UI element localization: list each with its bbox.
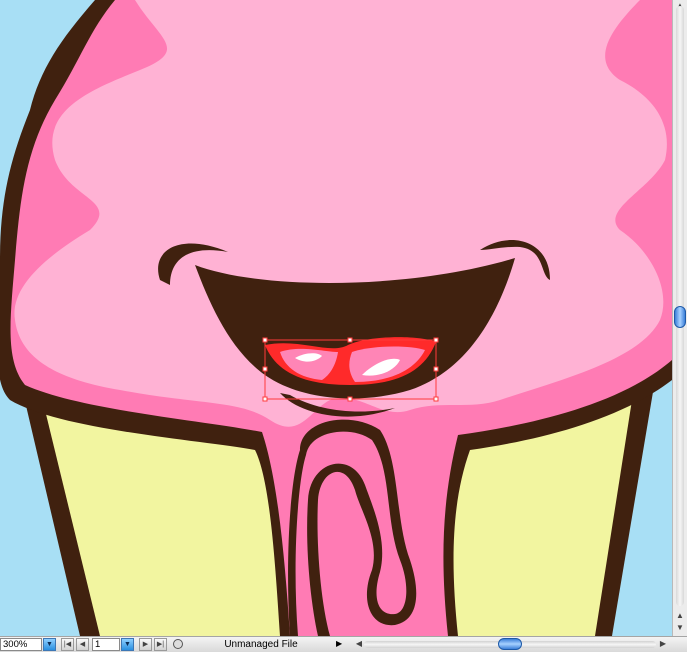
chevron-down-icon[interactable]: ▼	[43, 638, 56, 651]
cupcake-artwork[interactable]	[0, 0, 672, 636]
scroll-up-arrow-icon[interactable]: ▲	[673, 610, 687, 622]
zoom-level-field[interactable]: 300%	[0, 638, 42, 651]
horizontal-scrollbar[interactable]: ◀ ▶	[352, 637, 670, 652]
next-page-icon[interactable]: ▶	[139, 638, 152, 651]
vertical-scroll-thumb[interactable]	[674, 306, 686, 328]
last-page-icon[interactable]: ▶|	[154, 638, 167, 651]
document-status-text[interactable]: Unmanaged File	[186, 639, 336, 650]
previous-page-icon[interactable]: ◀	[76, 638, 89, 651]
chevron-down-icon[interactable]: ▼	[121, 638, 134, 651]
status-info-icon[interactable]	[173, 639, 183, 649]
status-menu-arrow-icon[interactable]: ▶	[336, 638, 342, 650]
horizontal-scroll-thumb[interactable]	[498, 638, 522, 650]
scroll-right-arrow-icon[interactable]: ▶	[656, 638, 670, 650]
vertical-scrollbar[interactable]: ▲ ▲ ▼	[672, 0, 687, 636]
page-number-field[interactable]: 1	[92, 638, 120, 651]
first-page-icon[interactable]: |◀	[61, 638, 74, 651]
status-bar: 300% ▼ |◀ ◀ 1 ▼ ▶ ▶| Unmanaged File ▶ ◀ …	[0, 636, 687, 652]
scroll-down-arrow-icon[interactable]: ▼	[673, 622, 687, 634]
artboard-canvas[interactable]	[0, 0, 672, 636]
